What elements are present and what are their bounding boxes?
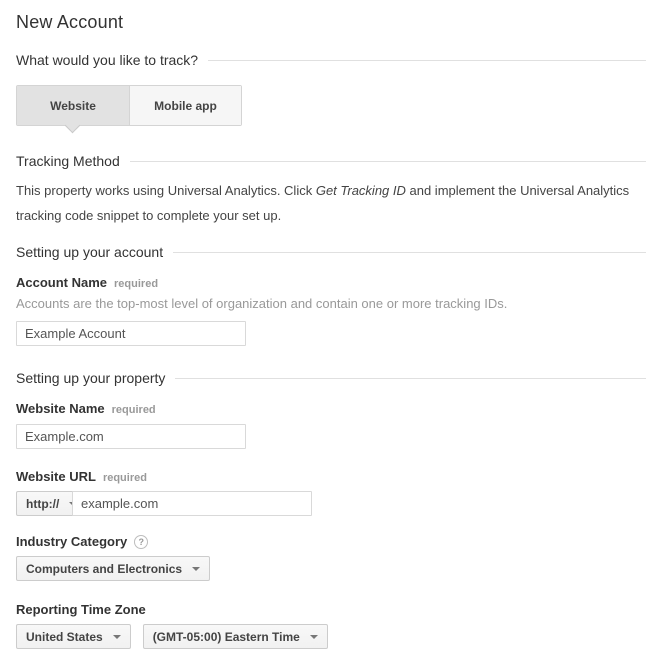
tab-mobile-app-label: Mobile app [154,99,217,113]
property-section-heading-label: Setting up your property [16,370,165,386]
timezone-dropdown-value: (GMT-05:00) Eastern Time [153,630,300,644]
protocol-dropdown-value: http:// [26,497,59,511]
tab-website[interactable]: Website [17,86,129,125]
website-name-required-tag: required [112,404,156,416]
industry-category-label: Industry Category [16,534,127,549]
heading-rule [208,60,646,61]
website-url-label-row: Website URL required [16,469,646,484]
timezone-dropdown[interactable]: (GMT-05:00) Eastern Time [143,624,328,649]
chevron-down-icon [310,635,318,639]
selected-tab-caret-icon [65,118,81,134]
chevron-down-icon [113,635,121,639]
track-section-heading: What would you like to track? [16,52,646,68]
account-name-help-text: Accounts are the top-most level of organ… [16,296,646,311]
industry-category-row: Computers and Electronics [16,556,646,581]
reporting-time-zone-label-row: Reporting Time Zone [16,602,646,617]
account-name-label-row: Account Name required [16,275,646,290]
website-url-required-tag: required [103,472,147,484]
industry-category-value: Computers and Electronics [26,562,182,576]
reporting-time-zone-label: Reporting Time Zone [16,602,146,617]
account-name-label: Account Name [16,275,107,290]
country-dropdown-value: United States [26,630,103,644]
account-section-heading-label: Setting up your account [16,244,163,260]
website-url-row: http:// [16,491,646,516]
tab-mobile-app[interactable]: Mobile app [129,86,241,125]
website-url-input[interactable] [72,491,312,516]
tracking-method-heading-label: Tracking Method [16,153,120,169]
tracking-type-tabs: Website Mobile app [16,85,242,126]
account-section-heading: Setting up your account [16,244,646,260]
country-dropdown[interactable]: United States [16,624,131,649]
website-url-label: Website URL [16,469,96,484]
heading-rule [173,252,646,253]
reporting-time-zone-row: United States (GMT-05:00) Eastern Time [16,624,646,649]
website-name-label: Website Name [16,401,105,416]
description-prefix: This property works using Universal Anal… [16,183,316,198]
new-account-page: New Account What would you like to track… [0,0,650,649]
chevron-down-icon [192,567,200,571]
track-section-heading-label: What would you like to track? [16,52,198,68]
help-question-icon[interactable]: ? [134,535,148,549]
industry-category-label-row: Industry Category ? [16,534,646,549]
industry-category-dropdown[interactable]: Computers and Electronics [16,556,210,581]
tracking-method-description: This property works using Universal Anal… [16,178,646,228]
account-name-input[interactable] [16,321,246,346]
page-title: New Account [16,12,646,33]
heading-rule [175,378,646,379]
account-name-required-tag: required [114,278,158,290]
tab-website-label: Website [50,99,96,113]
tracking-method-heading: Tracking Method [16,153,646,169]
website-name-label-row: Website Name required [16,401,646,416]
description-italic: Get Tracking ID [316,183,406,198]
website-name-input[interactable] [16,424,246,449]
protocol-dropdown[interactable]: http:// [16,491,73,516]
heading-rule [130,161,646,162]
property-section-heading: Setting up your property [16,370,646,386]
